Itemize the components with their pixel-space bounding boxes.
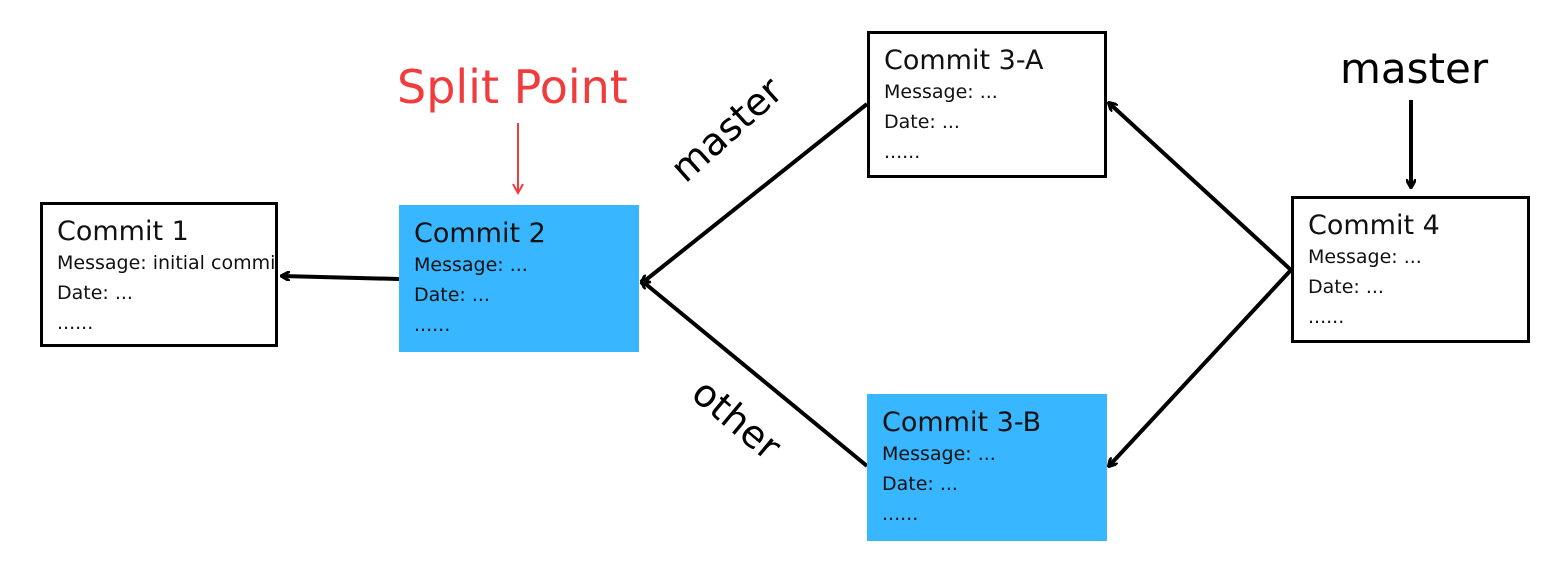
commit-date: Date: ... bbox=[1308, 276, 1384, 298]
master-branch-label: master bbox=[662, 68, 792, 191]
commit-title: Commit 3-A bbox=[884, 45, 1044, 76]
commit-box-4: Commit 4 Message: ... Date: ... ...... bbox=[1291, 196, 1530, 343]
arrow-commit2-to-commit1 bbox=[282, 276, 400, 279]
other-branch-label: other bbox=[683, 370, 790, 469]
commit-message: Message: ... bbox=[884, 81, 998, 103]
master-pointer-label: master bbox=[1340, 44, 1489, 93]
commit-title: Commit 1 bbox=[57, 216, 189, 247]
commit-message: Message: ... bbox=[882, 443, 996, 465]
commit-box-3b: Commit 3-B Message: ... Date: ... ...... bbox=[867, 394, 1107, 541]
commit-message: Message: initial commit bbox=[57, 252, 278, 274]
commit-box-3a: Commit 3-A Message: ... Date: ... ...... bbox=[867, 31, 1107, 178]
commit-ellipsis: ...... bbox=[884, 141, 921, 163]
commit-ellipsis: ...... bbox=[882, 503, 919, 525]
commit-date: Date: ... bbox=[414, 284, 490, 306]
commit-ellipsis: ...... bbox=[57, 312, 94, 334]
commit-title: Commit 3-B bbox=[882, 407, 1042, 438]
commit-graph-diagram: Commit 1 Message: initial commit Date: .… bbox=[0, 0, 1562, 565]
commit-title: Commit 2 bbox=[414, 218, 546, 249]
split-point-label: Split Point bbox=[397, 60, 628, 114]
commit-ellipsis: ...... bbox=[414, 314, 451, 336]
commit-ellipsis: ...... bbox=[1308, 306, 1345, 328]
commit-date: Date: ... bbox=[882, 473, 958, 495]
commit-date: Date: ... bbox=[884, 111, 960, 133]
commit-date: Date: ... bbox=[57, 282, 133, 304]
commit-message: Message: ... bbox=[414, 254, 528, 276]
commit-title: Commit 4 bbox=[1308, 210, 1440, 241]
arrow-commit4-to-commit3b bbox=[1109, 268, 1293, 466]
commit-message: Message: ... bbox=[1308, 246, 1422, 268]
commit-box-2: Commit 2 Message: ... Date: ... ...... bbox=[399, 205, 639, 352]
arrow-commit4-to-commit3a bbox=[1109, 103, 1293, 272]
commit-box-1: Commit 1 Message: initial commit Date: .… bbox=[40, 202, 278, 347]
